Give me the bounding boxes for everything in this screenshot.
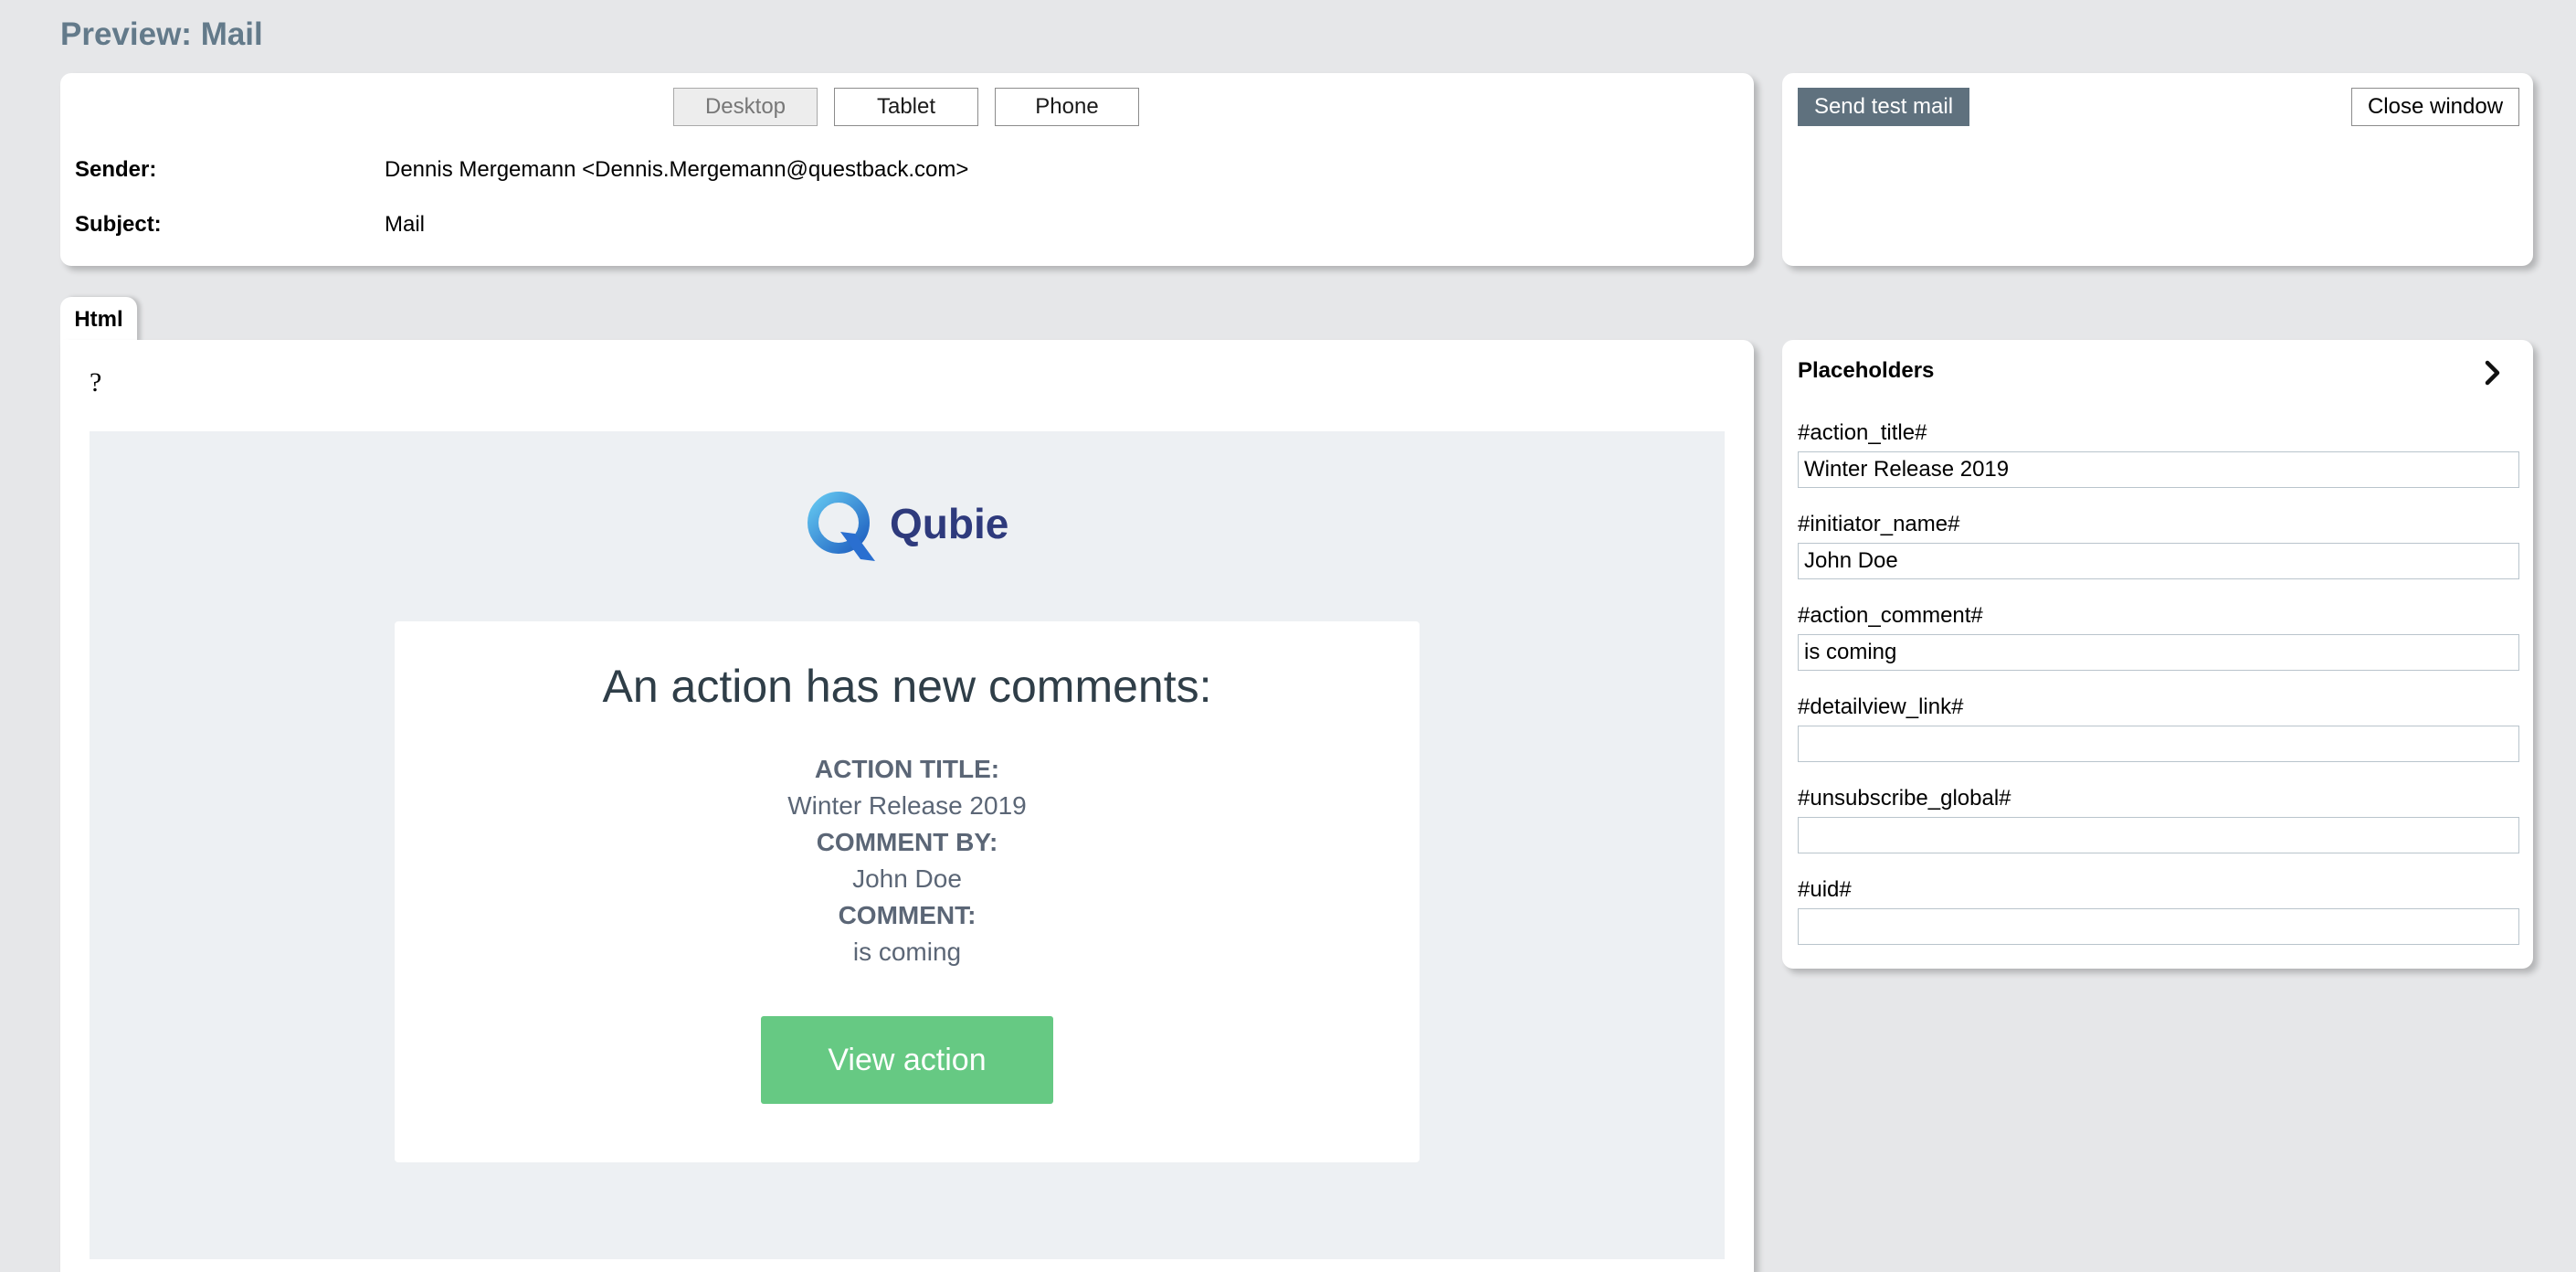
view-action-button[interactable]: View action [761, 1016, 1053, 1104]
close-window-button[interactable]: Close window [2351, 88, 2519, 126]
sender-value: Dennis Mergemann <Dennis.Mergemann@quest… [385, 157, 969, 182]
subject-value: Mail [385, 212, 426, 237]
tablet-view-button[interactable]: Tablet [834, 88, 978, 126]
qubie-logo: Qubie [802, 486, 1012, 565]
send-test-mail-button[interactable]: Send test mail [1798, 88, 1969, 126]
page-title: Preview: Mail [60, 16, 263, 52]
placeholder-label-initiator-name: #initiator_name# [1798, 512, 1960, 536]
placeholder-label-action-title: #action_title# [1798, 420, 1927, 445]
comment-by-value: John Doe [852, 864, 962, 893]
placeholder-input-uid[interactable] [1798, 908, 2519, 945]
email-heading: An action has new comments: [602, 661, 1212, 712]
placeholder-input-action-title[interactable] [1798, 451, 2519, 488]
placeholder-label-detailview-link: #detailview_link# [1798, 694, 1964, 719]
sender-label: Sender: [75, 157, 157, 182]
unknown-character: ? [90, 367, 102, 398]
placeholder-input-action-comment[interactable] [1798, 634, 2519, 671]
placeholder-label-uid: #uid# [1798, 877, 1852, 902]
tab-html[interactable]: Html [60, 297, 137, 343]
comment-by-label: COMMENT BY: [816, 828, 998, 856]
action-title-label: ACTION TITLE: [814, 755, 1000, 783]
placeholders-title: Placeholders [1798, 358, 1935, 383]
placeholder-input-detailview-link[interactable] [1798, 726, 2519, 762]
comment-label: COMMENT: [838, 901, 977, 929]
placeholder-input-unsubscribe-global[interactable] [1798, 817, 2519, 853]
subject-label: Subject: [75, 212, 162, 237]
logo-text: Qubie [890, 500, 1009, 547]
placeholder-label-action-comment: #action_comment# [1798, 603, 1983, 628]
comment-value: is coming [852, 938, 962, 966]
placeholder-input-initiator-name[interactable] [1798, 543, 2519, 579]
chevron-right-icon[interactable] [2483, 360, 2503, 386]
desktop-view-button[interactable]: Desktop [673, 88, 818, 126]
placeholder-label-unsubscribe-global: #unsubscribe_global# [1798, 786, 2011, 811]
action-title-value: Winter Release 2019 [787, 791, 1027, 820]
qubie-logo-icon [808, 492, 875, 561]
phone-view-button[interactable]: Phone [995, 88, 1139, 126]
